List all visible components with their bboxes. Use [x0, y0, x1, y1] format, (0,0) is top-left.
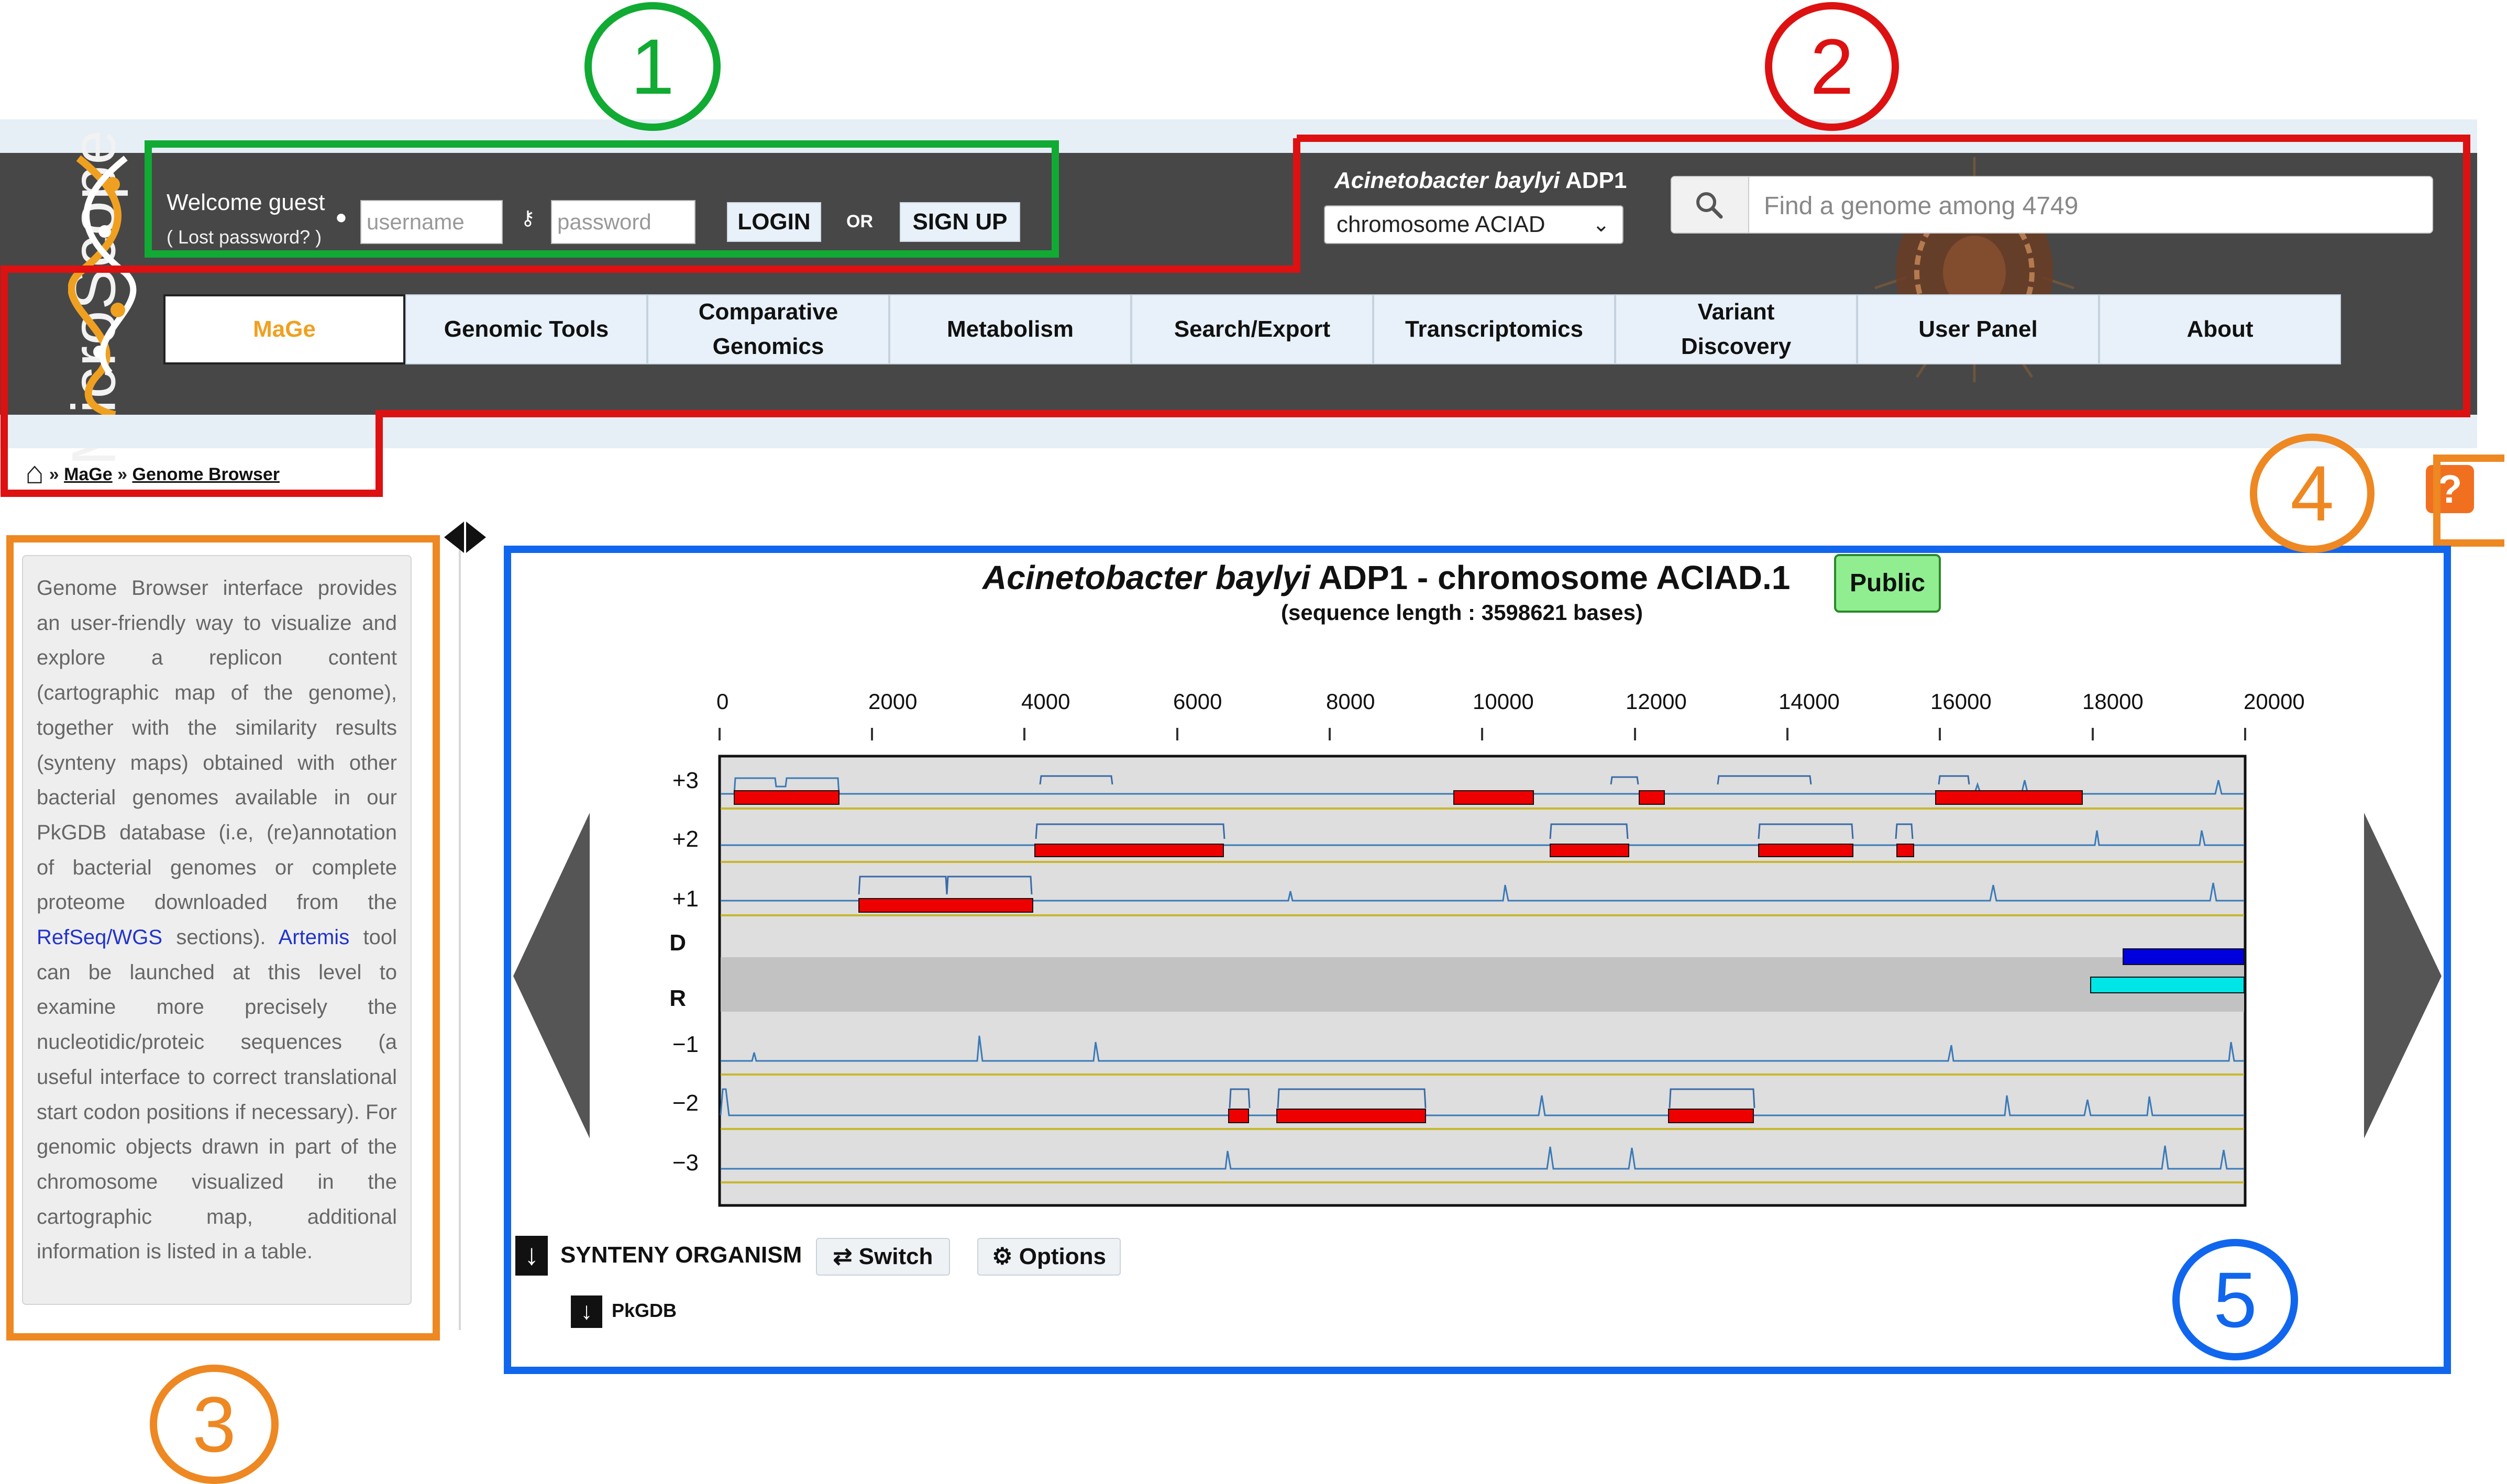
sidebar-splitter[interactable]: [459, 529, 461, 1330]
annotation-box-3: [6, 535, 440, 1341]
annotation-box-4: [2433, 455, 2504, 547]
annotation-number: 2: [1765, 2, 1899, 131]
annotation-number: 5: [2172, 1239, 2298, 1360]
collapse-sidebar-icon[interactable]: [440, 518, 490, 556]
annotation-outline-2: [1, 135, 2470, 497]
annotation-number: 1: [584, 2, 721, 131]
annotation-box-5: [504, 546, 2451, 1374]
annotation-number: 4: [2250, 434, 2375, 553]
annotation-number: 3: [150, 1365, 279, 1484]
